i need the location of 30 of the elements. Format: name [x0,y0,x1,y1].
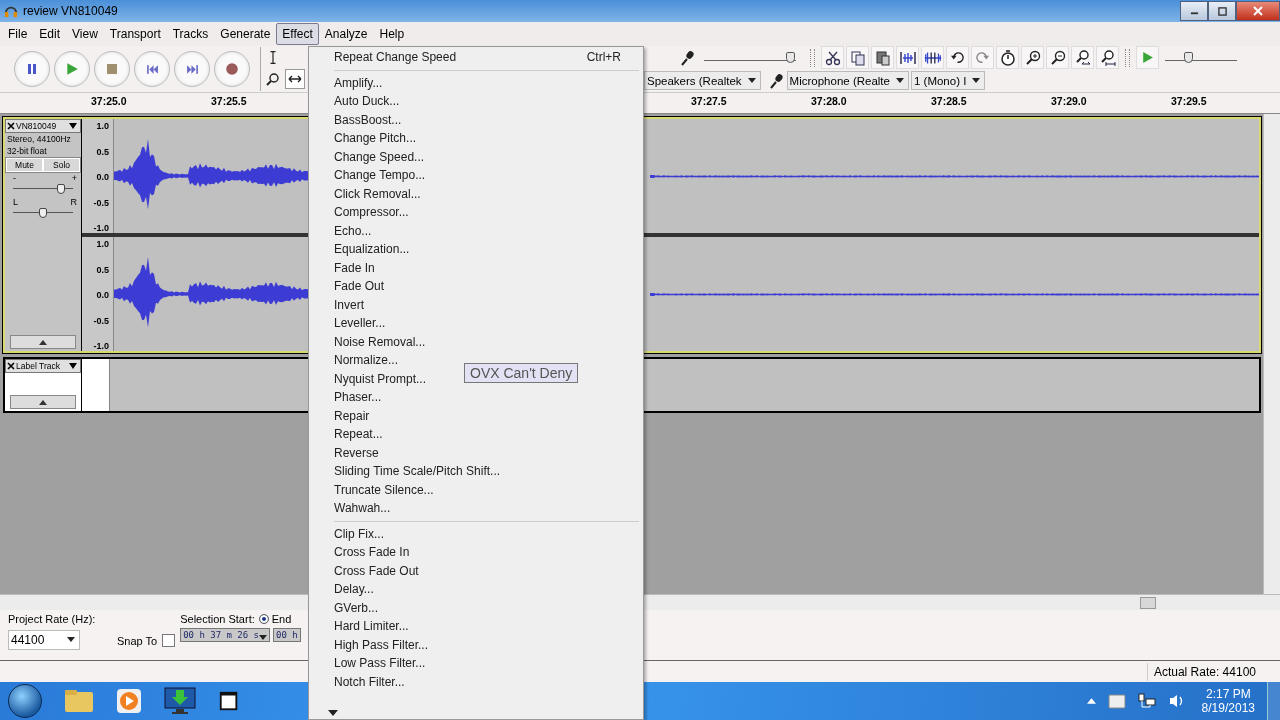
axis-label: -1.0 [93,223,109,233]
actual-rate-text: Actual Rate: 44100 [1146,662,1280,681]
pan-right-label: R [70,197,77,207]
gain-max-label: + [71,173,77,183]
axis-label: 1.0 [96,121,109,131]
ruler-label: 37:28.0 [811,95,847,107]
ruler-label: 37:29.5 [1171,95,1207,107]
axis-label: -1.0 [93,341,109,351]
axis-label: 0.0 [96,172,109,182]
pan-left-label: L [13,197,18,207]
track-info: 32-bit float [6,145,48,157]
snap-to-label: Snap To [117,635,158,647]
axis-label: -0.5 [93,315,109,326]
axis-label: 1.0 [96,239,109,249]
gain-min-label: - [13,173,16,183]
end-label: End [271,613,292,625]
ruler-label: 37:25.0 [91,95,127,107]
ruler-label: 37:29.0 [1051,95,1087,107]
project-rate-label: Project Rate (Hz): [8,613,97,625]
axis-label: 0.5 [96,264,109,275]
ruler-label: 37:27.5 [691,95,727,107]
ruler-label: 37:28.5 [931,95,967,107]
axis-label: -0.5 [93,197,109,208]
axis-label: 0.5 [96,146,109,157]
selection-start-label: Selection Start: [180,613,255,625]
ruler-label: 37:25.5 [211,95,247,107]
shortcut-text: Ctrl+R [586,50,621,65]
track-info: Stereo, 44100Hz [6,133,72,145]
window-title: review VN810049 [23,4,118,18]
axis-label: 0.0 [96,290,109,300]
